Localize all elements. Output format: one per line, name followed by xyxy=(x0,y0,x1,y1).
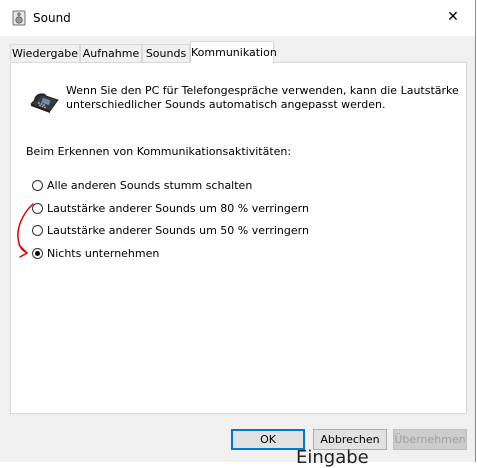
background-window-text: Eingabe xyxy=(296,447,369,468)
intro-text: Wenn Sie den PC für Telefongespräche ver… xyxy=(66,84,459,111)
speaker-icon xyxy=(12,10,26,26)
button-label: Übernehmen xyxy=(394,433,466,446)
tab-wiedergabe[interactable]: Wiedergabe xyxy=(10,44,80,62)
window-title: Sound xyxy=(33,11,71,25)
kommunikation-panel: Wenn Sie den PC für Telefongespräche ver… xyxy=(10,62,467,414)
option-label: Lautstärke anderer Sounds um 80 % verrin… xyxy=(47,201,309,215)
option-label: Alle anderen Sounds stumm schalten xyxy=(47,178,253,192)
telephone-icon xyxy=(30,93,59,113)
radio-button[interactable] xyxy=(32,179,43,191)
option-label: Lautstärke anderer Sounds um 50 % verrin… xyxy=(47,223,309,237)
tab-label: Sounds xyxy=(145,47,187,60)
close-button[interactable]: ✕ xyxy=(431,0,475,34)
title-bar[interactable]: Sound ✕ xyxy=(0,0,475,36)
tab-label: Kommunikation xyxy=(191,46,277,59)
radio-button[interactable] xyxy=(32,224,43,236)
option-label: Nichts unternehmen xyxy=(47,246,160,260)
tab-kommunikation[interactable]: Kommunikation xyxy=(190,41,277,63)
close-icon: ✕ xyxy=(447,9,459,25)
apply-button: Übernehmen xyxy=(393,429,467,450)
option-mute-all[interactable]: Alle anderen Sounds stumm schalten xyxy=(32,177,252,193)
radio-button-selected[interactable] xyxy=(32,247,43,259)
ok-button[interactable]: OK xyxy=(231,429,305,450)
option-reduce-80[interactable]: Lautstärke anderer Sounds um 80 % verrin… xyxy=(32,200,309,216)
tab-label: Wiedergabe xyxy=(11,47,78,60)
option-reduce-50[interactable]: Lautstärke anderer Sounds um 50 % verrin… xyxy=(32,222,309,238)
radio-button[interactable] xyxy=(32,202,43,214)
option-do-nothing[interactable]: Nichts unternehmen xyxy=(32,245,159,261)
tab-label: Aufnahme xyxy=(82,47,140,60)
tab-aufnahme[interactable]: Aufnahme xyxy=(80,44,142,62)
tab-sounds[interactable]: Sounds xyxy=(142,44,190,62)
button-label: OK xyxy=(260,433,276,446)
sound-dialog: Sound ✕ Wiedergabe Aufnahme Sounds Kommu… xyxy=(0,0,476,462)
group-label: Beim Erkennen von Kommunikationsaktivitä… xyxy=(26,145,292,158)
button-label: Abbrechen xyxy=(320,433,380,446)
